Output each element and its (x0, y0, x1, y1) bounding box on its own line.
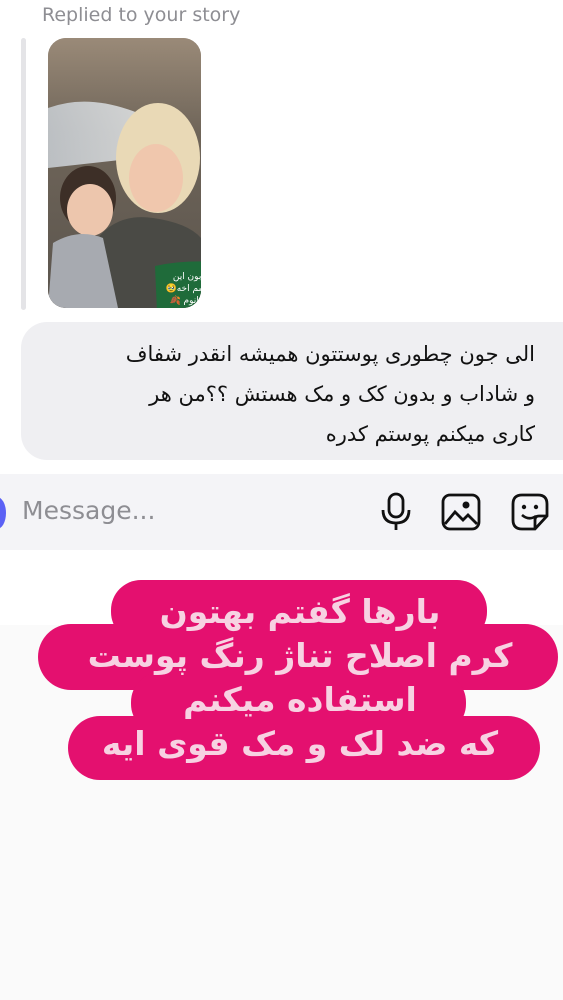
story-thumbnail[interactable]: من قربون این جوجه بشم اخه🥹 خانوم خانوم 🍂 (48, 38, 201, 308)
reply-quote-bar (21, 38, 26, 310)
message-bubble[interactable]: الی جون چطوری پوستتون همیشه انقدر شفاف و… (21, 322, 563, 460)
sticker-icon[interactable] (509, 490, 551, 534)
overlay-caption: بارها گفتم بهتون کرم اصلاح تناژ رنگ پوست… (87, 592, 513, 763)
message-text: الی جون چطوری پوستتون همیشه انقدر شفاف و… (125, 342, 535, 446)
replied-to-story-label: Replied to your story (42, 4, 241, 26)
message-input[interactable]: Message... (22, 496, 155, 525)
story-sticker-text: من قربون این جوجه بشم اخه🥹 خانوم خانوم 🍂 (165, 272, 201, 306)
gallery-icon[interactable] (440, 490, 482, 534)
story-sticker: من قربون این جوجه بشم اخه🥹 خانوم خانوم 🍂 (151, 256, 201, 308)
microphone-icon[interactable] (376, 490, 418, 534)
